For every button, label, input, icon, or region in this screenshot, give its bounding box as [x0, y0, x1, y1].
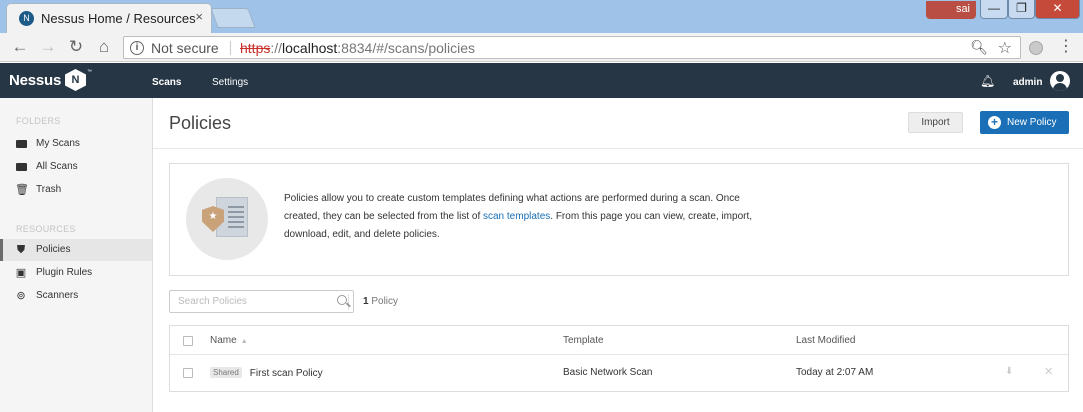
- forward-arrow-icon[interactable]: →: [37, 37, 59, 57]
- profile-badge[interactable]: sai: [926, 1, 976, 19]
- browser-toolbar: ← → ↻ ⌂ i Not secure https://localhost:8…: [0, 33, 1083, 62]
- minimize-button[interactable]: —: [980, 0, 1008, 19]
- shield-icon: ⛊: [16, 244, 26, 256]
- import-button[interactable]: Import: [908, 112, 963, 133]
- sidebar-item-my-scans[interactable]: My Scans: [0, 133, 152, 155]
- sidebar-item-label: Policies: [36, 244, 71, 255]
- extension-icon[interactable]: [1029, 41, 1043, 55]
- trash-icon: 🗑︎: [15, 184, 29, 196]
- policy-count-number: 1: [363, 296, 369, 307]
- folder-icon: [15, 161, 27, 173]
- info-warning-icon[interactable]: i: [130, 41, 144, 55]
- nav-settings-link[interactable]: Settings: [212, 77, 248, 88]
- download-icon[interactable]: ⬇: [1005, 366, 1013, 377]
- tab-title: Nessus Home / Resources: [41, 11, 196, 26]
- search-policies-input[interactable]: [170, 291, 330, 312]
- sidebar: FOLDERS My Scans All Scans 🗑︎ Trash RESO…: [0, 98, 153, 412]
- url-scheme: https: [240, 40, 271, 56]
- sidebar-item-label: My Scans: [36, 138, 80, 149]
- sidebar-item-all-scans[interactable]: All Scans: [0, 156, 152, 178]
- column-header-name[interactable]: Name ▲: [210, 335, 248, 346]
- folder-icon: [15, 138, 27, 150]
- nav-scans-link[interactable]: Scans: [152, 77, 181, 88]
- app-header: Nessus N ™ Scans Settings 🔔︎ admin: [0, 63, 1083, 98]
- sidebar-item-label: Trash: [36, 184, 62, 195]
- zoom-icon[interactable]: 🔍︎: [970, 39, 988, 56]
- trademark-mark: ™: [87, 69, 92, 75]
- back-arrow-icon[interactable]: ←: [9, 37, 31, 57]
- select-all-checkbox[interactable]: [183, 336, 193, 346]
- search-icon[interactable]: [337, 295, 347, 305]
- sidebar-item-label: All Scans: [36, 161, 78, 172]
- sidebar-item-policies[interactable]: ⛊ Policies: [0, 239, 152, 261]
- page-title: Policies: [169, 113, 232, 133]
- table-header-row: Name ▲ Template Last Modified: [170, 326, 1068, 355]
- sidebar-item-label: Plugin Rules: [36, 267, 93, 278]
- nessus-logo[interactable]: Nessus: [9, 72, 61, 89]
- url-separator: ://: [270, 40, 283, 56]
- url-text[interactable]: https://localhost:8834/#/scans/policies: [240, 40, 475, 56]
- tab-close-icon[interactable]: ×: [195, 9, 203, 24]
- search-box: [169, 290, 354, 313]
- browser-tab[interactable]: N Nessus Home / Resources ×: [6, 3, 212, 33]
- policy-template: Basic Network Scan: [563, 367, 653, 378]
- sidebar-item-trash[interactable]: 🗑︎ Trash: [0, 179, 152, 201]
- bookmark-star-icon[interactable]: ☆: [998, 38, 1012, 58]
- maximize-button[interactable]: ❐: [1008, 0, 1035, 19]
- policy-last-modified: Today at 2:07 AM: [796, 367, 874, 378]
- sidebar-item-plugin-rules[interactable]: ▣ Plugin Rules: [0, 262, 152, 284]
- main-content: Policies Import + New Policy ★ Policies …: [153, 98, 1083, 412]
- search-divider: [348, 294, 349, 310]
- row-checkbox[interactable]: [183, 368, 193, 378]
- table-row[interactable]: Shared First scan Policy Basic Network Sc…: [170, 355, 1068, 391]
- resources-heading: RESOURCES: [16, 224, 76, 234]
- title-divider: [153, 148, 1083, 149]
- user-avatar-icon[interactable]: [1050, 71, 1070, 91]
- column-header-template[interactable]: Template: [563, 335, 604, 346]
- home-icon[interactable]: ⌂: [93, 37, 115, 57]
- close-window-button[interactable]: ✕: [1035, 0, 1080, 19]
- column-header-name-label: Name: [210, 335, 237, 346]
- browser-menu-icon[interactable]: ⋮: [1058, 38, 1074, 56]
- policy-count: 1 Policy: [363, 296, 398, 307]
- policy-name[interactable]: First scan Policy: [250, 368, 323, 379]
- address-divider: [230, 41, 231, 55]
- sort-ascending-icon[interactable]: ▲: [241, 338, 248, 345]
- nessus-logo-badge-icon: N: [65, 69, 86, 91]
- notifications-bell-icon[interactable]: 🔔︎: [980, 74, 995, 88]
- url-host: localhost: [282, 40, 338, 56]
- policy-illustration-icon: ★: [186, 178, 268, 260]
- address-bar[interactable]: i Not secure https://localhost:8834/#/sc…: [123, 36, 1021, 59]
- security-label[interactable]: Not secure: [151, 40, 219, 56]
- plus-circle-icon: +: [988, 116, 1001, 129]
- delete-x-icon[interactable]: ✕: [1044, 365, 1053, 378]
- policy-count-label: Policy: [371, 296, 399, 307]
- policy-name-cell: Shared First scan Policy: [210, 367, 323, 379]
- policies-info-panel: ★ Policies allow you to create custom te…: [169, 163, 1069, 276]
- new-policy-button[interactable]: + New Policy: [980, 111, 1069, 134]
- user-name[interactable]: admin: [1013, 77, 1042, 88]
- plugin-rules-icon: ▣: [15, 267, 27, 279]
- policies-table: Name ▲ Template Last Modified Shared First…: [169, 325, 1069, 392]
- shared-badge: Shared: [210, 367, 242, 378]
- new-policy-label: New Policy: [1007, 117, 1057, 128]
- nessus-favicon-icon: N: [19, 11, 34, 26]
- scanner-icon: ⊚: [16, 290, 26, 302]
- folders-heading: FOLDERS: [16, 116, 61, 126]
- url-path: :8834/#/scans/policies: [337, 40, 476, 56]
- info-description: Policies allow you to create custom temp…: [284, 190, 764, 244]
- scan-templates-link[interactable]: scan templates: [483, 211, 550, 222]
- browser-titlebar: N Nessus Home / Resources × sai — ❐ ✕: [0, 0, 1083, 33]
- column-header-last-modified[interactable]: Last Modified: [796, 335, 855, 346]
- reload-icon[interactable]: ↻: [65, 37, 87, 57]
- sidebar-item-scanners[interactable]: ⊚ Scanners: [0, 285, 152, 307]
- new-tab-button[interactable]: [210, 8, 256, 28]
- sidebar-item-label: Scanners: [36, 290, 79, 301]
